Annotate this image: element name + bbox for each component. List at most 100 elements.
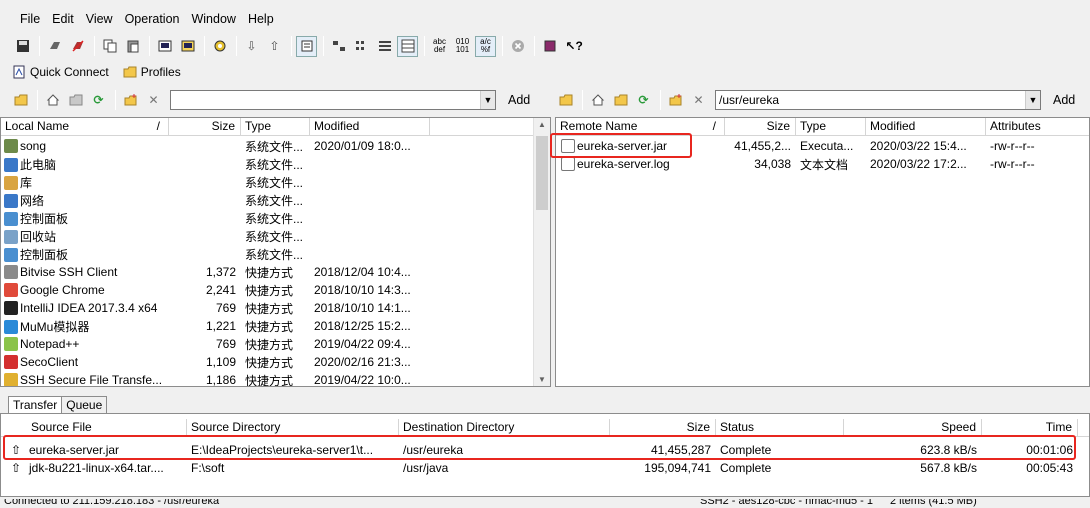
binary-mode-icon[interactable]: 010 101	[452, 36, 473, 57]
local-new-folder-icon[interactable]	[120, 90, 141, 111]
list-item[interactable]: song 系统文件... 2020/01/09 18:0...	[1, 137, 534, 155]
local-col-type[interactable]: Type	[241, 118, 310, 136]
file-type: 系统文件...	[245, 139, 304, 154]
list-item[interactable]: SecoClient 1,109 快捷方式 2020/02/16 21:3...	[1, 353, 534, 371]
upload-icon[interactable]: ⇧	[264, 36, 285, 57]
remote-up-dir-icon[interactable]	[610, 90, 631, 111]
remote-path-combo[interactable]: /usr/eureka ▼	[715, 90, 1041, 110]
local-file-list: Local Name / Size Type Modified song 系统文件.…	[0, 117, 551, 387]
file-type: 系统文件...	[245, 193, 304, 208]
folder-icon	[123, 66, 137, 78]
new-file-transfer-icon[interactable]	[177, 36, 198, 57]
list-item[interactable]: Bitvise SSH Client 1,372 快捷方式 2018/12/04 10…	[1, 263, 534, 281]
remote-new-folder-icon[interactable]	[665, 90, 686, 111]
highlight-remote-file	[550, 133, 692, 158]
save-icon[interactable]	[12, 36, 33, 57]
list-item[interactable]: 控制面板 系统文件...	[1, 209, 534, 227]
remote-refresh-icon[interactable]: ⟳	[633, 90, 654, 111]
file-modified: 2020/03/22 15:4...	[870, 139, 967, 153]
list-item[interactable]: MuMu模拟器 1,221 快捷方式 2018/12/25 15:2...	[1, 317, 534, 335]
local-delete-icon[interactable]: ✕	[143, 90, 164, 111]
file-modified: 2019/04/22 09:4...	[314, 337, 411, 351]
local-add-button[interactable]: Add	[508, 93, 530, 107]
list-item[interactable]: 网络 系统文件...	[1, 191, 534, 209]
list-item[interactable]: 回收站 系统文件...	[1, 227, 534, 245]
intellij-icon	[4, 301, 18, 316]
transfer-status: Complete	[720, 461, 772, 475]
menu-window[interactable]: Window	[191, 12, 235, 26]
file-size: 34,038	[754, 157, 791, 171]
large-icons-icon[interactable]	[328, 36, 349, 57]
table-row[interactable]: ⇧ jdk-8u221-linux-x64.tar.... F:\soft/usr/…	[1, 459, 1089, 477]
menu-file[interactable]: File	[20, 12, 40, 26]
list-item[interactable]: 控制面板 系统文件...	[1, 245, 534, 263]
list-item[interactable]: IntelliJ IDEA 2017.3.4 x64 769 快捷方式 2018/10…	[1, 299, 534, 317]
local-scrollbar[interactable]: ▲ ▼	[533, 118, 550, 386]
chevron-down-icon[interactable]: ▼	[480, 91, 495, 109]
auto-mode-icon[interactable]: a/c %f	[475, 35, 496, 57]
file-name: Bitvise SSH Client	[20, 264, 118, 279]
file-modified: 2018/10/10 14:1...	[314, 301, 411, 315]
remote-home-icon[interactable]	[587, 90, 608, 111]
list-item[interactable]: 此电脑 系统文件...	[1, 155, 534, 173]
stop-icon[interactable]	[507, 36, 528, 57]
new-terminal-icon[interactable]	[154, 36, 175, 57]
remote-delete-icon[interactable]: ✕	[688, 90, 709, 111]
file-modified: 2018/12/25 15:2...	[314, 319, 411, 333]
profiles-button[interactable]: Profiles	[119, 60, 185, 84]
remote-folder-up-icon[interactable]	[555, 90, 576, 111]
menu-operation[interactable]: Operation	[125, 12, 180, 26]
disconnect-icon[interactable]	[67, 36, 88, 57]
settings-icon[interactable]	[209, 36, 230, 57]
tab-queue[interactable]: Queue	[62, 396, 108, 414]
remote-col-modified[interactable]: Modified	[866, 118, 986, 136]
ascii-mode-icon[interactable]: abc def	[429, 36, 450, 57]
notepad-icon	[4, 337, 18, 352]
local-path-combo[interactable]: ▼	[170, 90, 496, 110]
file-modified: 2018/12/04 10:4...	[314, 265, 411, 279]
copy-icon[interactable]	[99, 36, 120, 57]
chevron-down-icon[interactable]: ▼	[1025, 91, 1040, 109]
remote-col-attributes[interactable]: Attributes	[986, 118, 1089, 136]
file-type: 系统文件...	[245, 175, 304, 190]
small-icons-icon[interactable]	[351, 36, 372, 57]
remote-col-type[interactable]: Type	[796, 118, 866, 136]
recycle-bin-icon	[4, 230, 18, 245]
file-name: SecoClient	[20, 354, 79, 369]
tab-transfer[interactable]: Transfer	[8, 396, 63, 414]
paste-icon[interactable]	[122, 36, 143, 57]
help-book-icon[interactable]	[539, 36, 560, 57]
local-folder-up-icon[interactable]	[10, 90, 31, 111]
list-view-icon[interactable]	[374, 36, 395, 57]
download-icon[interactable]: ⇩	[241, 36, 262, 57]
file-type: 快捷方式	[245, 283, 294, 298]
remote-col-size[interactable]: Size	[725, 118, 796, 136]
menu-help[interactable]: Help	[248, 12, 274, 26]
local-address-bar: ⟳ ✕ ▼ Add	[10, 88, 550, 112]
menu-edit[interactable]: Edit	[52, 12, 74, 26]
quick-connect-button[interactable]: Quick Connect	[8, 60, 113, 84]
local-col-size[interactable]: Size	[169, 118, 241, 136]
local-refresh-icon[interactable]: ⟳	[88, 90, 109, 111]
whats-this-icon[interactable]: ↖?	[562, 36, 583, 57]
local-col-modified[interactable]: Modified	[310, 118, 430, 136]
file-size: 1,186	[205, 373, 236, 387]
list-item[interactable]: Notepad++ 769 快捷方式 2019/04/22 09:4...	[1, 335, 534, 353]
file-type: 快捷方式	[245, 373, 294, 387]
file-name: IntelliJ IDEA 2017.3.4 x64	[20, 300, 158, 315]
connect-icon[interactable]	[44, 36, 65, 57]
user-icon	[4, 139, 18, 154]
properties-icon[interactable]	[296, 35, 317, 57]
file-name: 控制面板	[20, 211, 69, 226]
local-up-dir-icon[interactable]	[65, 90, 86, 111]
list-item[interactable]: 库 系统文件...	[1, 173, 534, 191]
remote-path-value: /usr/eureka	[719, 93, 780, 107]
list-item[interactable]: Google Chrome 2,241 快捷方式 2018/10/10 14:3...	[1, 281, 534, 299]
local-col-name[interactable]: Local Name /	[1, 118, 169, 136]
remote-add-button[interactable]: Add	[1053, 93, 1075, 107]
details-view-icon[interactable]	[397, 35, 418, 57]
file-name-cell: SecoClient	[1, 355, 169, 370]
menu-view[interactable]: View	[86, 12, 113, 26]
local-home-icon[interactable]	[42, 90, 63, 111]
list-item[interactable]: SSH Secure File Transfe... 1,186 快捷方式 2019/…	[1, 371, 534, 387]
